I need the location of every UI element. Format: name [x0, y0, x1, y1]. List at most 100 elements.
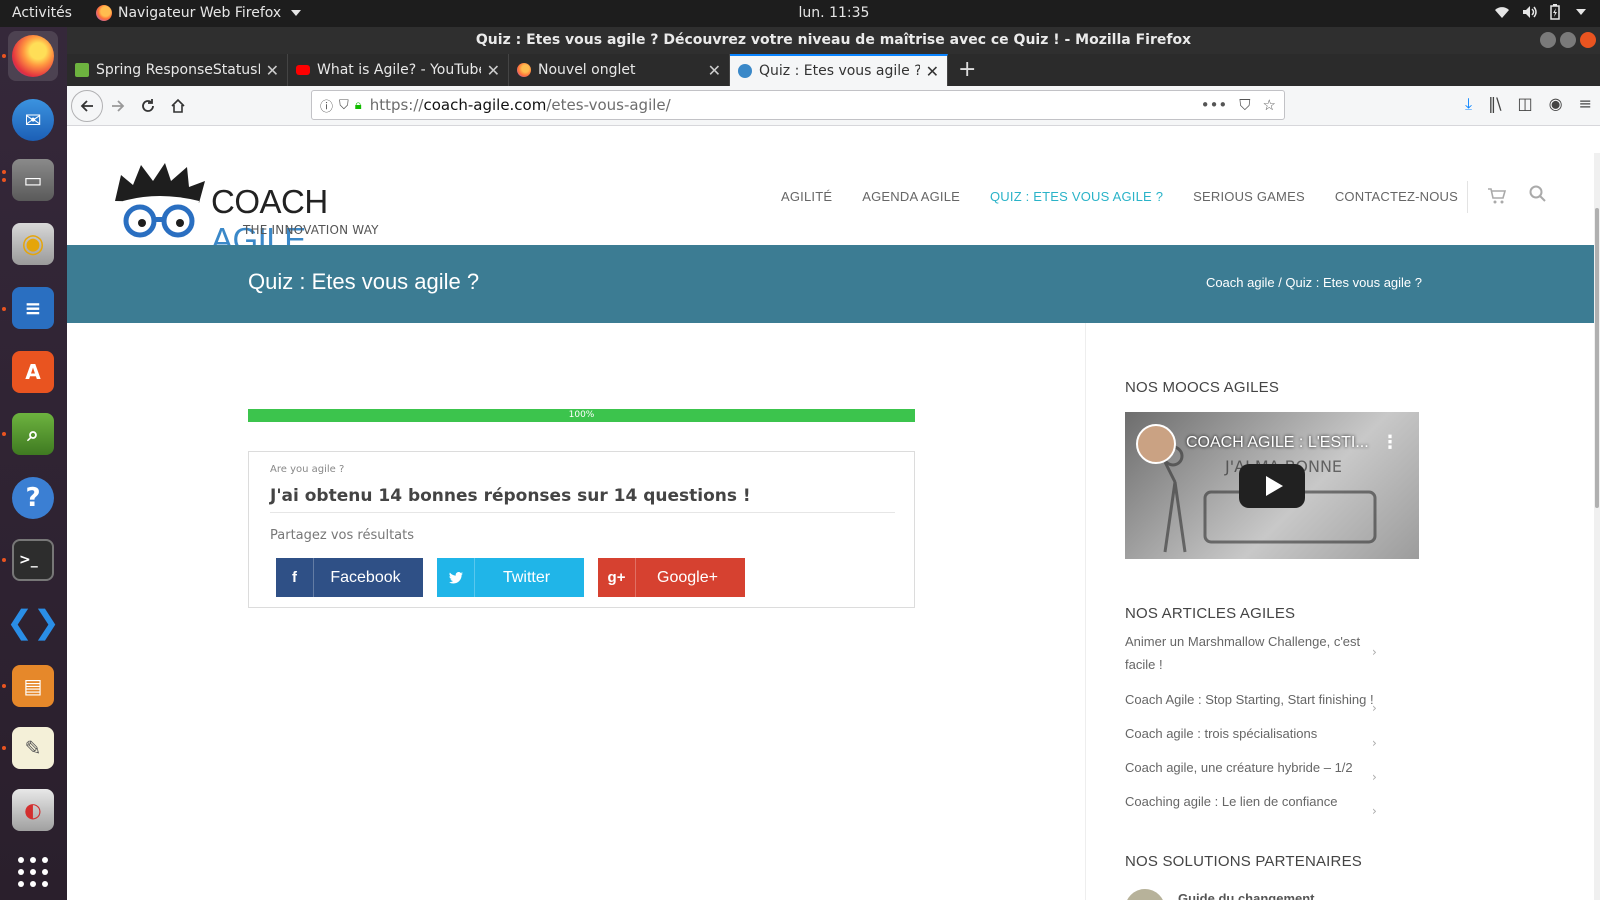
new-tab-button[interactable]: + [948, 54, 986, 86]
site-logo[interactable]: COACH AGILE THE INNOVATION WAY [107, 161, 407, 258]
url-identity[interactable]: ⓘ ⛉ 🔒︎ [320, 96, 362, 115]
reload-icon [142, 98, 154, 112]
dock-help[interactable]: ? [8, 473, 58, 523]
dock-terminal[interactable]: >_ [8, 535, 58, 585]
tab-spring[interactable]: Spring ResponseStatusE ✕ [67, 54, 288, 86]
close-icon[interactable]: ✕ [926, 62, 939, 81]
article-link[interactable]: Animer un Marshmallow Challenge, c'est f… [1125, 630, 1365, 676]
nav-item-contact[interactable]: CONTACTEZ-NOUS [1335, 189, 1458, 204]
vscode-icon: ❮❯ [6, 603, 60, 641]
back-button[interactable] [71, 89, 103, 122]
toolbar-right: ⤓ ‖\ ◫ ◉ ≡ [1465, 94, 1592, 114]
nav-item-agenda-agile[interactable]: AGENDA AGILE [862, 189, 960, 204]
page-banner: Quiz : Etes vous agile ? Coach agile / Q… [67, 245, 1600, 323]
twitter-icon [437, 558, 475, 597]
thunderbird-icon: ✉ [12, 99, 54, 141]
nav-item-agilite[interactable]: AGILITÉ [781, 189, 832, 204]
quiz-name: Are you agile ? [270, 464, 345, 475]
system-tray[interactable] [1494, 4, 1586, 20]
download-icon[interactable]: ⤓ [1465, 94, 1472, 114]
dock-image-viewer[interactable]: ⌕ [8, 409, 58, 459]
image-viewer-icon: ⌕ [12, 413, 54, 455]
menu-icon[interactable]: ≡ [1579, 94, 1592, 114]
chevron-right-icon: › [1372, 770, 1377, 784]
article-link[interactable]: Coach agile, une créature hybride – 1/2 [1125, 756, 1385, 779]
sidebar-divider [1085, 323, 1086, 900]
files-icon: ▭ [12, 159, 54, 201]
cart-icon[interactable] [1487, 187, 1507, 205]
more-vertical-icon[interactable]: ⋮ [1381, 432, 1399, 453]
tab-quiz[interactable]: Quiz : Etes vous agile ? De ✕ [730, 54, 948, 86]
help-icon: ? [12, 477, 54, 519]
dock-show-apps[interactable] [8, 847, 58, 897]
search-icon[interactable] [1529, 185, 1547, 203]
video-title[interactable]: COACH AGILE : L'ESTI... [1186, 434, 1369, 452]
article-link[interactable]: Coach Agile : Stop Starting, Start finis… [1125, 688, 1385, 711]
url-text[interactable]: https://coach-agile.com/etes-vous-agile/ [370, 96, 671, 114]
dock: ✉ ▭ ◉ ≡ A ⌕ ? >_ ❮❯ ▤ ✎ ◐ [0, 27, 67, 900]
info-icon[interactable]: ⓘ [320, 96, 333, 115]
partner-link[interactable]: Guide du changement [1178, 891, 1315, 900]
tab-youtube[interactable]: What is Agile? - YouTube ✕ [288, 54, 509, 86]
page-actions-icon[interactable]: ••• [1201, 96, 1228, 114]
channel-avatar[interactable] [1136, 424, 1176, 464]
articles-heading: NOS ARTICLES AGILES [1125, 605, 1296, 622]
url-actions: ••• ⛉ ☆ [1201, 96, 1284, 114]
window-title: Quiz : Etes vous agile ? Découvrez votre… [475, 32, 1192, 48]
dock-rhythmbox[interactable]: ◉ [8, 219, 58, 269]
close-window-button[interactable] [1580, 32, 1596, 48]
reload-button[interactable] [133, 91, 163, 121]
firefox-icon [517, 63, 531, 77]
maximize-button[interactable] [1560, 32, 1576, 48]
dock-software[interactable]: A [8, 347, 58, 397]
nav-item-quiz[interactable]: QUIZ : ETES VOUS AGILE ? [990, 189, 1163, 204]
article-link[interactable]: Coaching agile : Le lien de confiance [1125, 790, 1385, 813]
facebook-share-button[interactable]: f Facebook [276, 558, 423, 597]
minimize-button[interactable] [1540, 32, 1556, 48]
dock-thunderbird[interactable]: ✉ [8, 95, 58, 145]
close-icon[interactable]: ✕ [487, 61, 500, 80]
nav-divider [1467, 181, 1468, 213]
partner-thumbnail[interactable] [1125, 889, 1165, 900]
close-icon[interactable]: ✕ [708, 61, 721, 80]
apps-grid-icon [18, 857, 48, 887]
article-link[interactable]: Coach agile : trois spécialisations [1125, 722, 1385, 745]
url-bar[interactable]: ⓘ ⛉ 🔒︎ https://coach-agile.com/etes-vous… [311, 90, 1285, 120]
forward-button[interactable] [103, 91, 133, 121]
twitter-share-button[interactable]: Twitter [437, 558, 584, 597]
tab-bar: Spring ResponseStatusE ✕ What is Agile? … [67, 54, 1600, 86]
page-scrollbar[interactable] [1594, 153, 1600, 900]
text-editor-icon: ✎ [12, 727, 54, 769]
dock-firefox[interactable] [8, 31, 58, 81]
dock-impress[interactable]: ▤ [8, 661, 58, 711]
writer-icon: ≡ [12, 287, 54, 329]
sidebar-icon[interactable]: ◫ [1518, 94, 1533, 114]
dock-files[interactable]: ▭ [8, 155, 58, 205]
chevron-down-icon [1576, 9, 1586, 15]
close-icon[interactable]: ✕ [266, 61, 279, 80]
play-icon [1265, 476, 1283, 496]
rhythmbox-icon: ◉ [12, 223, 54, 265]
pocket-icon[interactable]: ⛉ [1239, 96, 1250, 114]
tab-new[interactable]: Nouvel onglet ✕ [509, 54, 730, 86]
shield-icon[interactable]: ⛉ [339, 98, 349, 113]
dock-screenshot[interactable]: ◐ [8, 785, 58, 835]
brand-tagline: THE INNOVATION WAY [243, 223, 379, 237]
dock-writer[interactable]: ≡ [8, 283, 58, 333]
share-label: Partagez vos résultats [270, 528, 415, 543]
scrollbar-thumb[interactable] [1595, 208, 1599, 508]
window-titlebar[interactable]: Quiz : Etes vous agile ? Découvrez votre… [67, 27, 1600, 54]
account-icon[interactable]: ◉ [1549, 94, 1563, 114]
library-icon[interactable]: ‖\ [1488, 94, 1501, 114]
bookmark-star-icon[interactable]: ☆ [1263, 96, 1276, 114]
dock-text-editor[interactable]: ✎ [8, 723, 58, 773]
breadcrumb[interactable]: Coach agile / Quiz : Etes vous agile ? [1206, 275, 1422, 290]
play-button[interactable] [1239, 464, 1305, 508]
nav-item-serious-games[interactable]: SERIOUS GAMES [1193, 189, 1305, 204]
google-plus-share-button[interactable]: g+ Google+ [598, 558, 745, 597]
dock-vscode[interactable]: ❮❯ [6, 597, 60, 647]
home-button[interactable] [163, 91, 193, 121]
youtube-embed[interactable]: J'AI MA BONNE COACH AGILE : L'ESTI... ⋮ [1125, 412, 1419, 559]
partners-heading: NOS SOLUTIONS PARTENAIRES [1125, 853, 1362, 870]
clock[interactable]: lun. 11:35 [0, 5, 1600, 21]
